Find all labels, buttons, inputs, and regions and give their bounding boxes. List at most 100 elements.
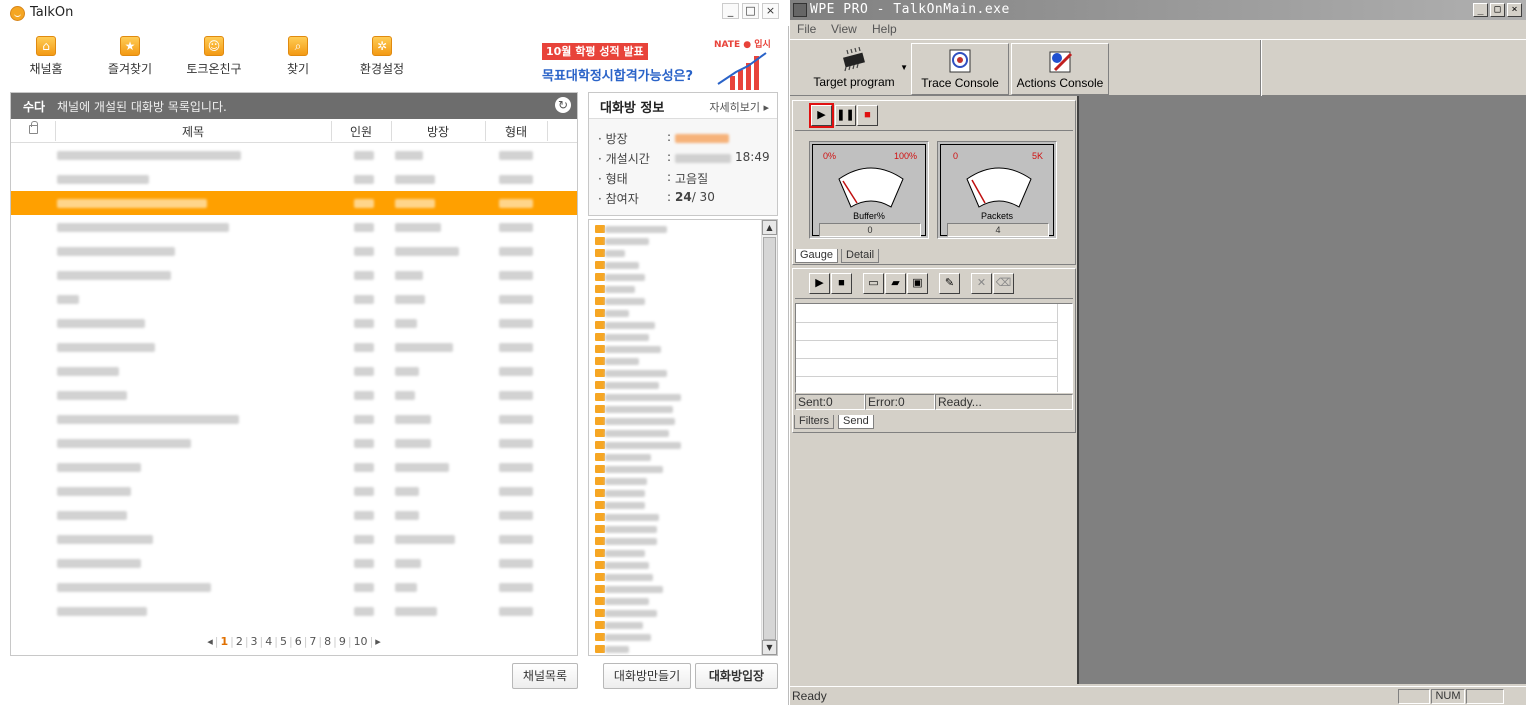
start-capture-button[interactable]: ▶ (809, 103, 834, 128)
channel-list-button[interactable]: 채널목록 (512, 663, 578, 689)
toolbar-friends[interactable]: ☺ 토크온친구 (179, 36, 249, 77)
more-details-link[interactable]: 자세히보기 ▸ (709, 99, 769, 115)
actions-console-button[interactable]: Actions Console (1011, 43, 1109, 95)
tab-send[interactable]: Send (838, 415, 874, 429)
room-row[interactable] (11, 551, 577, 575)
room-row[interactable] (11, 359, 577, 383)
toolbar-settings[interactable]: ✲ 환경설정 (347, 36, 417, 77)
next-page-button[interactable]: ▸ (375, 635, 381, 648)
toolbar-favorites[interactable]: ★ 즐겨찾기 (95, 36, 165, 77)
scroll-up-button[interactable]: ▲ (762, 220, 777, 235)
dropdown-arrow-icon[interactable]: ▼ (900, 63, 908, 72)
wpe-close-button[interactable]: × (1507, 3, 1522, 17)
room-row[interactable] (11, 239, 577, 263)
room-row[interactable] (11, 263, 577, 287)
room-row[interactable] (11, 431, 577, 455)
room-row[interactable] (11, 455, 577, 479)
page-link-4[interactable]: 4 (265, 635, 272, 648)
room-row[interactable] (11, 479, 577, 503)
prev-page-button[interactable]: ◂ (207, 635, 213, 648)
participant-scrollbar[interactable]: ▲ ▼ (761, 220, 777, 655)
user-status-icon (595, 513, 605, 521)
room-title-redacted (57, 487, 131, 496)
chip-icon (843, 47, 865, 72)
menu-help[interactable]: Help (872, 22, 897, 36)
create-room-button[interactable]: 대화방만들기 (603, 663, 691, 689)
page-link-2[interactable]: 2 (236, 635, 243, 648)
participants-capacity: / 30 (691, 190, 715, 204)
participant-name-redacted (605, 478, 647, 485)
edit-pen-icon[interactable]: ✎ (939, 273, 960, 294)
participant-name-redacted (605, 250, 625, 257)
room-row[interactable] (11, 503, 577, 527)
ad-banner[interactable]: 10월 학평 성적 발표 NATE ● 입시 목표대학정시합격가능성은? (534, 34, 774, 90)
participant-name-redacted (605, 274, 645, 281)
wpe-window: WPE PRO - TalkOnMain.exe _ □ × File View… (790, 0, 1526, 705)
stop-filter-button[interactable]: ■ (831, 273, 852, 294)
room-row[interactable] (11, 599, 577, 623)
page-link-7[interactable]: 7 (309, 635, 316, 648)
tab-detail[interactable]: Detail (841, 249, 880, 263)
talkon-window: TalkOn _ □ × ⌂ 채널홈 ★ 즐겨찾기 ☺ 토크온친구 ⌕ 찾기 ✲… (0, 0, 789, 705)
info-created-row: · 개설시간 : 18:49 (589, 147, 777, 167)
page-link-10[interactable]: 10 (354, 635, 368, 648)
page-link-8[interactable]: 8 (324, 635, 331, 648)
wpe-maximize-button[interactable]: □ (1490, 3, 1505, 17)
scroll-down-button[interactable]: ▼ (762, 640, 777, 655)
room-row[interactable] (11, 287, 577, 311)
tab-filters[interactable]: Filters (794, 415, 834, 429)
packet-grid[interactable] (795, 303, 1073, 393)
page-link-5[interactable]: 5 (280, 635, 287, 648)
column-title[interactable]: 제목 (55, 123, 331, 140)
page-link-9[interactable]: 9 (339, 635, 346, 648)
toolbar-channel-home[interactable]: ⌂ 채널홈 (11, 36, 81, 77)
trace-console-button[interactable]: Trace Console (911, 43, 1009, 95)
close-button[interactable]: × (762, 3, 779, 19)
new-file-icon[interactable]: ▭ (863, 273, 884, 294)
enter-room-button[interactable]: 대화방입장 (695, 663, 778, 689)
room-row[interactable] (11, 383, 577, 407)
toolbar-search[interactable]: ⌕ 찾기 (263, 36, 333, 77)
page-link-6[interactable]: 6 (295, 635, 302, 648)
refresh-icon[interactable]: ↻ (555, 97, 571, 113)
room-row-selected[interactable] (11, 191, 577, 215)
room-title-redacted (57, 223, 229, 232)
user-status-icon (595, 237, 605, 245)
column-owner[interactable]: 방장 (391, 123, 485, 140)
menu-view[interactable]: View (831, 22, 857, 36)
stop-capture-button[interactable]: ■ (857, 105, 878, 126)
room-owner-redacted (395, 439, 431, 448)
open-folder-icon[interactable]: ▰ (885, 273, 906, 294)
room-row[interactable] (11, 143, 577, 167)
room-row[interactable] (11, 167, 577, 191)
pause-capture-button[interactable]: ❚❚ (835, 105, 856, 126)
room-row[interactable] (11, 575, 577, 599)
user-status-icon (595, 537, 605, 545)
room-row[interactable] (11, 215, 577, 239)
room-row[interactable] (11, 407, 577, 431)
room-members-redacted (354, 175, 374, 184)
page-link-1[interactable]: 1 (220, 635, 228, 648)
room-row[interactable] (11, 311, 577, 335)
save-disk-icon[interactable]: ▣ (907, 273, 928, 294)
room-title-redacted (57, 463, 141, 472)
column-members[interactable]: 인원 (331, 123, 391, 140)
menu-file[interactable]: File (797, 22, 816, 36)
minimize-button[interactable]: _ (722, 3, 739, 19)
tab-gauge[interactable]: Gauge (795, 249, 839, 263)
trash-icon[interactable]: ⌫ (993, 273, 1014, 294)
user-status-icon (595, 453, 605, 461)
scroll-thumb[interactable] (763, 237, 776, 640)
column-type[interactable]: 형태 (485, 123, 547, 140)
sent-count: Sent:0 (795, 394, 865, 410)
participant-name-redacted (605, 238, 649, 245)
maximize-button[interactable]: □ (742, 3, 759, 19)
lock-icon[interactable] (29, 121, 38, 134)
page-link-3[interactable]: 3 (251, 635, 258, 648)
target-program-button[interactable]: Target program ▼ (798, 43, 910, 95)
wpe-minimize-button[interactable]: _ (1473, 3, 1488, 17)
play-filter-button[interactable]: ▶ (809, 273, 830, 294)
room-row[interactable] (11, 335, 577, 359)
room-row[interactable] (11, 527, 577, 551)
delete-x-icon[interactable]: ✕ (971, 273, 992, 294)
